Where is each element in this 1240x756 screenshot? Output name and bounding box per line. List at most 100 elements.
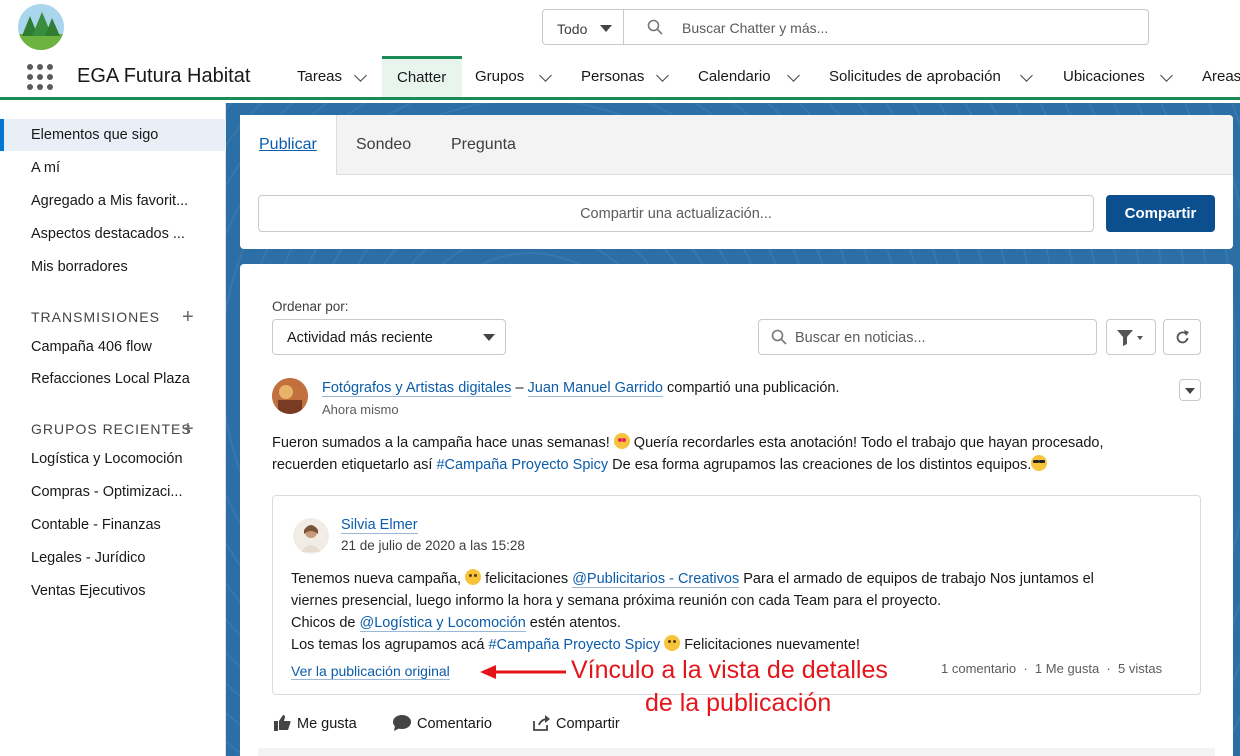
global-search-input[interactable]: Buscar Chatter y más... — [623, 9, 1149, 45]
post-text: Tenemos nueva campaña, — [291, 571, 462, 587]
hashtag-link[interactable]: #Campaña Proyecto Spicy — [488, 637, 660, 653]
sidebar-item-group[interactable]: Contable - Finanzas — [0, 509, 226, 541]
nav-tab-label: Personas — [581, 68, 645, 85]
share-update-input[interactable]: Compartir una actualización... — [258, 195, 1094, 232]
tab-pregunta[interactable]: Pregunta — [451, 115, 516, 175]
chevron-down-icon[interactable] — [539, 69, 552, 82]
shared-author-link[interactable]: Silvia Elmer — [341, 517, 418, 534]
action-label: Me gusta — [297, 716, 357, 732]
nav-tab-label: Grupos — [475, 68, 525, 85]
nav-tab-label: Chatter — [397, 69, 447, 86]
nav-tab-label: Tareas — [297, 68, 343, 85]
post-text: Para el armado de equipos de trabajo Nos… — [743, 571, 1094, 587]
yum-emoji-icon — [664, 635, 681, 651]
nav-tab-chatter[interactable]: Chatter — [382, 56, 462, 97]
sort-label: Ordenar por: — [272, 299, 349, 314]
chevron-down-icon[interactable] — [1020, 69, 1033, 82]
sunglasses-emoji-icon — [1031, 455, 1048, 471]
nav-tab-ubicaciones[interactable]: Ubicaciones — [1063, 56, 1145, 97]
sidebar-item-stream[interactable]: Refacciones Local Plaza — [0, 363, 226, 395]
post-text: Chicos de — [291, 615, 356, 631]
shared-author-avatar[interactable] — [293, 518, 329, 554]
mention-link[interactable]: @Publicitarios - Creativos — [572, 571, 740, 588]
mention-link[interactable]: @Logística y Locomoción — [359, 615, 526, 632]
post-author-link[interactable]: Juan Manuel Garrido — [527, 380, 663, 397]
sidebar-item-favoritos[interactable]: Agregado a Mis favorit... — [0, 185, 226, 217]
shared-author-name[interactable]: Silvia Elmer — [341, 514, 418, 536]
global-search-placeholder: Buscar Chatter y más... — [682, 20, 829, 36]
share-post-button[interactable]: Compartir — [533, 715, 620, 732]
share-icon — [533, 715, 550, 731]
like-button[interactable]: Me gusta — [274, 715, 357, 732]
post-text: De esa forma agrupamos las creaciones de… — [612, 457, 1032, 473]
streams-heading: TRANSMISIONES — [31, 309, 160, 325]
nav-tab-tareas[interactable]: Tareas — [297, 56, 342, 97]
nav-tab-label: Ubicaciones — [1063, 68, 1145, 85]
post-body-line: Fueron sumados a la campaña hace unas se… — [272, 432, 1103, 454]
view-original-post-link[interactable]: Ver la publicación original — [291, 660, 450, 682]
nav-tab-calendario[interactable]: Calendario — [698, 56, 771, 97]
post-header: Fotógrafos y Artistas digitales – Juan M… — [322, 377, 840, 399]
post-menu-button[interactable] — [1179, 379, 1201, 401]
sort-value: Actividad más reciente — [287, 330, 433, 346]
action-label: Comentario — [417, 716, 492, 732]
add-stream-icon[interactable]: + — [182, 307, 194, 327]
global-header: Todo Buscar Chatter y más... — [0, 0, 1240, 56]
comment-area-divider — [258, 748, 1215, 756]
sort-select[interactable]: Actividad más reciente — [272, 319, 506, 355]
tab-publicar[interactable]: Publicar — [240, 115, 337, 175]
publisher-tabs: Publicar Sondeo Pregunta — [240, 115, 1233, 175]
refresh-icon — [1176, 330, 1189, 344]
post-text: estén atentos. — [529, 615, 621, 631]
hashtag-link[interactable]: #Campaña Proyecto Spicy — [436, 457, 608, 473]
sidebar-item-destacados[interactable]: Aspectos destacados ... — [0, 218, 226, 250]
nav-tab-grupos[interactable]: Grupos — [475, 56, 524, 97]
filter-button[interactable] — [1106, 319, 1156, 355]
sidebar-item-group[interactable]: Compras - Optimizaci... — [0, 476, 226, 508]
recent-groups-heading: GRUPOS RECIENTES — [31, 421, 192, 437]
post-text: Fueron sumados a la campaña hace unas se… — [272, 435, 610, 451]
sidebar-item-elementos-que-sigo[interactable]: Elementos que sigo — [0, 119, 226, 151]
sidebar-item-group[interactable]: Legales - Jurídico — [0, 542, 226, 574]
chevron-down-icon[interactable] — [787, 69, 800, 82]
nav-tab-solicitudes[interactable]: Solicitudes de aprobación — [829, 56, 1001, 97]
add-group-icon[interactable]: + — [182, 419, 194, 439]
search-icon — [647, 19, 663, 35]
nav-tab-personas[interactable]: Personas — [581, 56, 644, 97]
sidebar-item-a-mi[interactable]: A mí — [0, 152, 226, 184]
heart-eyes-emoji-icon — [613, 433, 630, 449]
tab-sondeo[interactable]: Sondeo — [356, 115, 411, 175]
post-timestamp[interactable]: Ahora mismo — [322, 402, 399, 417]
shared-body-line: viernes presencial, luego informo la hor… — [291, 593, 942, 609]
nav-tab-label: Areas — [1202, 68, 1240, 85]
feed-search-placeholder: Buscar en noticias... — [795, 330, 926, 346]
nav-tab-label: Solicitudes de aprobación — [829, 68, 1001, 85]
caret-down-icon — [1185, 388, 1195, 394]
feed-sidebar: Elementos que sigo A mí Agregado a Mis f… — [0, 103, 226, 756]
shared-post-date[interactable]: 21 de julio de 2020 a las 15:28 — [341, 538, 525, 553]
nav-tab-areas[interactable]: Areas — [1202, 56, 1240, 97]
feed-search-input[interactable]: Buscar en noticias... — [758, 319, 1097, 355]
nav-tab-label: Calendario — [698, 68, 771, 85]
sidebar-item-group[interactable]: Ventas Ejecutivos — [0, 575, 226, 607]
comment-icon — [393, 715, 411, 731]
group-avatar[interactable] — [272, 378, 308, 414]
annotation-text-line1: Vínculo a la vista de detalles — [571, 656, 888, 684]
sidebar-item-borradores[interactable]: Mis borradores — [0, 251, 226, 283]
view-original-label[interactable]: Ver la publicación original — [291, 663, 450, 680]
share-button[interactable]: Compartir — [1106, 195, 1215, 232]
app-name: EGA Futura Habitat — [77, 65, 251, 87]
sidebar-item-group[interactable]: Logística y Locomoción — [0, 443, 226, 475]
chevron-down-icon[interactable] — [656, 69, 669, 82]
chevron-down-icon[interactable] — [354, 69, 367, 82]
app-launcher-icon[interactable] — [27, 64, 53, 90]
post-group-link[interactable]: Fotógrafos y Artistas digitales — [322, 380, 512, 397]
comment-button[interactable]: Comentario — [393, 715, 492, 732]
chevron-down-icon[interactable] — [1160, 69, 1173, 82]
refresh-button[interactable] — [1163, 319, 1201, 355]
search-scope-select[interactable]: Todo — [542, 9, 624, 45]
org-logo[interactable] — [18, 4, 64, 50]
sidebar-item-stream[interactable]: Campaña 406 flow — [0, 331, 226, 363]
post-text: Los temas los agrupamos acá — [291, 637, 485, 653]
post-text: Felicitaciones nuevamente! — [684, 637, 860, 653]
